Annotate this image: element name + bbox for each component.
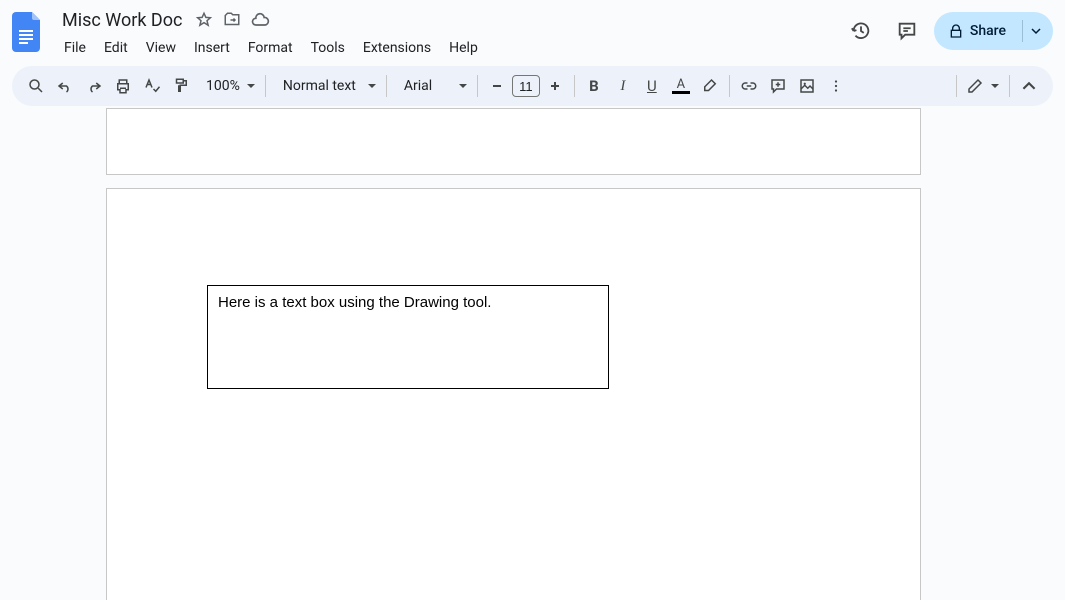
paragraph-style-dropdown[interactable]: Normal text [271, 78, 381, 94]
link-icon[interactable] [735, 72, 763, 100]
text-color-swatch [672, 91, 690, 94]
zoom-label: 100% [200, 78, 246, 94]
separator [386, 75, 387, 97]
editing-mode-dropdown[interactable] [962, 77, 1004, 95]
page[interactable]: Here is a text box using the Drawing too… [106, 188, 921, 600]
menu-format[interactable]: Format [240, 36, 301, 60]
highlight-icon[interactable] [696, 72, 724, 100]
undo-icon[interactable] [51, 72, 79, 100]
separator [729, 75, 730, 97]
chevron-down-icon [367, 81, 377, 91]
bold-icon[interactable]: B [580, 72, 608, 100]
docs-icon[interactable] [12, 12, 48, 56]
menu-view[interactable]: View [138, 36, 184, 60]
menu-extensions[interactable]: Extensions [355, 36, 439, 60]
lock-icon [948, 23, 964, 39]
underline-icon[interactable]: U [638, 72, 666, 100]
pencil-icon [966, 77, 984, 95]
separator [265, 75, 266, 97]
spellcheck-icon[interactable] [138, 72, 166, 100]
search-icon[interactable] [22, 72, 50, 100]
chevron-down-icon [458, 81, 468, 91]
separator [1009, 75, 1010, 97]
separator [574, 75, 575, 97]
separator [477, 75, 478, 97]
more-icon[interactable] [822, 72, 850, 100]
menu-file[interactable]: File [56, 36, 94, 60]
menubar: File Edit View Insert Format Tools Exten… [56, 36, 842, 60]
paragraph-style-label: Normal text [275, 78, 364, 94]
share-label: Share [970, 23, 1006, 39]
font-size-input[interactable] [512, 75, 540, 97]
insert-image-icon[interactable] [793, 72, 821, 100]
separator [956, 75, 957, 97]
toolbar: 100% Normal text Arial B I U A [12, 66, 1053, 106]
decrease-font-icon[interactable] [483, 72, 511, 100]
italic-icon[interactable]: I [609, 72, 637, 100]
text-color-icon[interactable]: A [667, 72, 695, 100]
add-comment-icon[interactable] [764, 72, 792, 100]
page-previous[interactable] [106, 108, 921, 175]
comments-icon[interactable] [888, 12, 926, 50]
menu-edit[interactable]: Edit [96, 36, 136, 60]
menu-tools[interactable]: Tools [303, 36, 353, 60]
move-icon[interactable] [220, 8, 244, 32]
share-dropdown-icon[interactable] [1023, 26, 1053, 36]
document-canvas[interactable]: Here is a text box using the Drawing too… [0, 108, 1065, 600]
menu-insert[interactable]: Insert [186, 36, 238, 60]
redo-icon[interactable] [80, 72, 108, 100]
zoom-dropdown[interactable]: 100% [196, 78, 260, 94]
increase-font-icon[interactable] [541, 72, 569, 100]
menu-help[interactable]: Help [441, 36, 486, 60]
star-icon[interactable] [192, 8, 216, 32]
print-icon[interactable] [109, 72, 137, 100]
paint-format-icon[interactable] [167, 72, 195, 100]
history-icon[interactable] [842, 12, 880, 50]
drawing-text-box-content: Here is a text box using the Drawing too… [218, 294, 598, 311]
document-title[interactable]: Misc Work Doc [56, 10, 188, 31]
font-dropdown[interactable]: Arial [392, 78, 472, 94]
drawing-text-box[interactable]: Here is a text box using the Drawing too… [207, 285, 609, 389]
chevron-down-icon [990, 81, 1000, 91]
collapse-toolbar-icon[interactable] [1015, 72, 1043, 100]
cloud-status-icon[interactable] [248, 8, 272, 32]
share-button[interactable]: Share [934, 12, 1053, 50]
chevron-down-icon [246, 81, 256, 91]
font-label: Arial [396, 78, 440, 94]
